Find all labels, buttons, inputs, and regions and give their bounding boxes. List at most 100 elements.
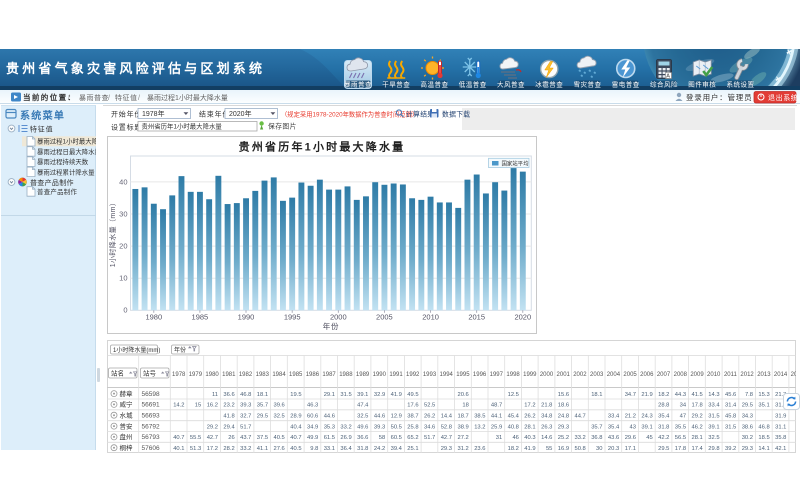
svg-text:31.5: 31.5 [340,392,351,398]
svg-text:1999: 1999 [523,372,537,378]
svg-text:开始年份: 开始年份 [111,110,142,119]
svg-text:32.9: 32.9 [374,392,385,398]
svg-text:2000: 2000 [330,312,347,321]
svg-text:31.2: 31.2 [458,446,469,452]
svg-text:39.2: 39.2 [725,446,736,452]
svg-text:17.2: 17.2 [207,446,218,452]
svg-text:42.7: 42.7 [207,435,218,441]
svg-text:45: 45 [646,435,652,441]
svg-text:29.5: 29.5 [257,414,268,420]
svg-text:56691: 56691 [142,402,160,409]
svg-text:2020年: 2020年 [229,109,252,118]
svg-text:52.5: 52.5 [424,403,435,409]
svg-text:29.5: 29.5 [658,446,669,452]
svg-text:31.1: 31.1 [775,424,786,430]
svg-text:18.5: 18.5 [758,435,769,441]
svg-text:39.1: 39.1 [641,424,652,430]
svg-text:49.9: 49.9 [307,435,318,441]
svg-text:低温普查: 低温普查 [459,80,487,89]
svg-text:32.5: 32.5 [357,414,368,420]
svg-text:33.2: 33.2 [575,435,586,441]
svg-text:57606: 57606 [142,445,160,452]
svg-text:49.5: 49.5 [407,392,418,398]
svg-text:暴雨过程1小时最大降水量: 暴雨过程1小时最大降水量 [147,93,228,102]
svg-text:1991: 1991 [389,372,403,378]
svg-text:34.8: 34.8 [541,414,552,420]
svg-text:14.6: 14.6 [541,435,552,441]
svg-text:39.3: 39.3 [374,424,385,430]
svg-text:1993: 1993 [423,372,437,378]
svg-text:暴雨普查: 暴雨普查 [79,93,109,102]
svg-text:33.1: 33.1 [324,446,335,452]
svg-text:38.9: 38.9 [458,424,469,430]
svg-text:38.5: 38.5 [474,414,485,420]
svg-text:34.7: 34.7 [625,392,636,398]
svg-text:干旱普查: 干旱普查 [382,80,410,89]
svg-text:1978: 1978 [172,372,186,378]
svg-text:29.2: 29.2 [692,414,703,420]
svg-text:图件审核: 图件审核 [688,80,716,89]
svg-text:38.7: 38.7 [407,414,418,420]
svg-text:43.6: 43.6 [608,435,619,441]
svg-text:登录用户：管理员: 登录用户：管理员 [686,92,752,102]
svg-text:34.9: 34.9 [307,424,318,430]
svg-text:58: 58 [379,435,385,441]
svg-text:1992: 1992 [406,372,420,378]
svg-text:31.9: 31.9 [775,414,786,420]
svg-text:35.4: 35.4 [658,414,670,420]
svg-text:36.8: 36.8 [591,435,602,441]
svg-text:1985: 1985 [289,372,303,378]
svg-text:24.3: 24.3 [641,414,652,420]
svg-text:1985: 1985 [192,312,209,321]
svg-text:35.7: 35.7 [591,424,602,430]
svg-text:1995: 1995 [456,372,470,378]
svg-text:32.5: 32.5 [708,435,719,441]
svg-text:30: 30 [119,209,127,218]
svg-text:桐梓: 桐梓 [120,443,134,452]
svg-text:16.9: 16.9 [558,446,569,452]
svg-text:45.4: 45.4 [508,414,520,420]
svg-text:44.6: 44.6 [374,414,385,420]
svg-text:1980: 1980 [145,312,162,321]
svg-text:35.8: 35.8 [775,435,786,441]
svg-text:暴雨过程持续天数: 暴雨过程持续天数 [37,157,89,166]
svg-text:28.8: 28.8 [658,403,669,409]
svg-text:14.2: 14.2 [173,403,184,409]
svg-text:1989: 1989 [356,372,370,378]
svg-text:17.8: 17.8 [692,403,703,409]
svg-text:31.4: 31.4 [725,403,737,409]
svg-text:1994: 1994 [440,372,454,378]
svg-text:17.1: 17.1 [625,446,636,452]
svg-text:30.2: 30.2 [742,435,753,441]
svg-text:站名: 站名 [111,369,124,378]
svg-text:2009: 2009 [690,372,704,378]
svg-text:2005: 2005 [376,312,393,321]
svg-text:35.5: 35.5 [675,424,686,430]
svg-text:45.8: 45.8 [725,414,736,420]
svg-text:普安: 普安 [120,421,134,430]
svg-text:1983: 1983 [256,372,270,378]
svg-text:51.3: 51.3 [190,446,201,452]
svg-text:2010: 2010 [707,372,721,378]
svg-text:40.3: 40.3 [524,435,535,441]
svg-text:暴雨普查: 暴雨普查 [344,80,372,89]
svg-text:29.8: 29.8 [708,446,719,452]
svg-text:水城: 水城 [120,411,134,420]
svg-text:2012: 2012 [740,372,754,378]
svg-text:2001: 2001 [557,372,571,378]
svg-text:55.5: 55.5 [190,435,201,441]
svg-text:20.6: 20.6 [458,392,469,398]
svg-text:普查产品制作: 普查产品制作 [37,187,77,196]
svg-text:31: 31 [496,435,502,441]
svg-text:15.3: 15.3 [758,392,769,398]
svg-text:1988: 1988 [339,372,353,378]
svg-text:49.6: 49.6 [357,424,368,430]
svg-text:年份: 年份 [323,321,340,331]
svg-text:36.6: 36.6 [357,435,368,441]
svg-text:特征值: 特征值 [30,125,53,134]
svg-text:1996: 1996 [473,372,487,378]
svg-text:A: A [666,74,670,80]
svg-text:19.5: 19.5 [290,392,301,398]
svg-text:40.8: 40.8 [508,424,519,430]
svg-text:60.6: 60.6 [307,414,318,420]
